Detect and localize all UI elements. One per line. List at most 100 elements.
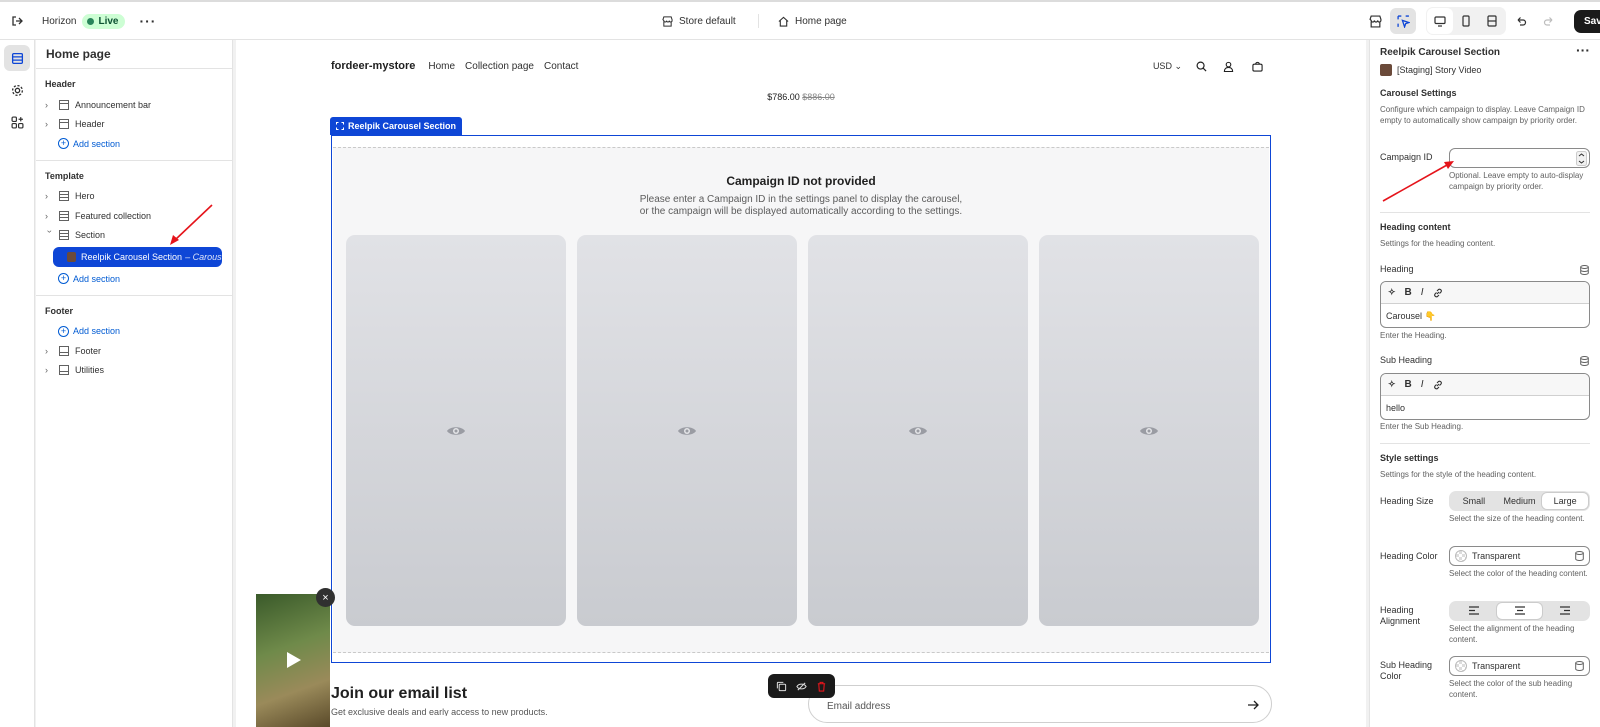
chevron-right-icon[interactable]: › (45, 191, 55, 201)
add-section-button[interactable]: + Add section (36, 269, 232, 289)
empty-message-line: or the campaign will be displayed automa… (639, 206, 963, 217)
tree-item-section[interactable]: › Section (36, 226, 232, 246)
sub-heading-editor[interactable]: ✧ B I hello (1380, 373, 1590, 420)
chevron-right-icon[interactable]: › (45, 346, 55, 356)
icon-rail (0, 40, 35, 727)
heading-size-selector[interactable]: Small Medium Large (1449, 491, 1590, 511)
app-source: [Staging] Story Video (1380, 64, 1590, 76)
theme-settings-nav-button[interactable] (4, 77, 30, 103)
settings-more-button[interactable]: ··· (1576, 42, 1590, 58)
selected-section-tag[interactable]: Reelpik Carousel Section (330, 117, 463, 135)
link-icon[interactable] (1433, 288, 1443, 298)
sections-nav-button[interactable] (4, 45, 30, 71)
italic-icon[interactable]: I (1421, 379, 1424, 390)
heading-editor[interactable]: ✧ B I Carousel 👇 (1380, 281, 1590, 328)
heading-value[interactable]: Carousel 👇 (1381, 304, 1589, 327)
align-right-option[interactable] (1542, 603, 1588, 619)
bold-icon[interactable]: B (1405, 379, 1412, 390)
tree-item-hero[interactable]: › Hero (36, 187, 232, 207)
desktop-view-button[interactable] (1427, 8, 1453, 34)
tree-item-header[interactable]: › Header (36, 115, 232, 135)
store-icon (1368, 14, 1382, 28)
heading-alignment-selector[interactable] (1449, 601, 1590, 621)
size-option-medium[interactable]: Medium (1497, 493, 1543, 509)
magic-icon[interactable]: ✧ (1388, 287, 1396, 298)
link-icon[interactable] (1433, 380, 1443, 390)
sections-panel: Home page Header › Announcement bar › He… (36, 40, 233, 727)
sub-heading-color-picker[interactable]: Transparent (1449, 656, 1590, 676)
cart-icon[interactable] (1252, 61, 1263, 72)
dynamic-source-icon[interactable] (1575, 661, 1584, 671)
store-icon (662, 15, 673, 27)
inspector-button[interactable] (1390, 8, 1416, 34)
align-left-option[interactable] (1451, 603, 1497, 619)
save-button[interactable]: Save (1574, 9, 1600, 33)
chevron-right-icon[interactable]: › (45, 119, 55, 129)
sub-heading-value[interactable]: hello (1381, 396, 1589, 419)
tree-item-featured-collection[interactable]: › Featured collection (36, 206, 232, 226)
email-input[interactable]: Email address (808, 685, 1272, 723)
more-actions-button[interactable]: ··· (139, 13, 156, 29)
account-icon[interactable] (1223, 61, 1234, 72)
italic-icon[interactable]: I (1421, 287, 1424, 298)
magic-icon[interactable]: ✧ (1388, 379, 1396, 390)
fullscreen-view-button[interactable] (1479, 8, 1505, 34)
heading-color-picker[interactable]: Transparent (1449, 546, 1590, 566)
nav-link-contact[interactable]: Contact (544, 61, 578, 72)
eye-icon (1140, 426, 1158, 435)
dynamic-source-icon[interactable] (1580, 265, 1589, 275)
chevron-right-icon[interactable]: › (45, 100, 55, 110)
tree-item-announcement-bar[interactable]: › Announcement bar (36, 95, 232, 115)
store-brand[interactable]: fordeer-mystore (331, 60, 415, 72)
close-video-button[interactable]: × (316, 588, 335, 607)
section-icon (59, 119, 69, 130)
heading-size-label: Heading Size (1380, 496, 1434, 506)
nav-link-home[interactable]: Home (428, 61, 455, 72)
transparent-swatch-icon (1455, 660, 1467, 672)
dynamic-source-icon[interactable] (1575, 551, 1584, 561)
theme-selector[interactable]: Store default (662, 2, 736, 40)
tree-item-label: Utilities (75, 365, 105, 376)
floating-video-widget[interactable] (256, 594, 330, 727)
currency-selector[interactable]: USD ⌄ (1153, 61, 1182, 72)
placeholder-card (1039, 235, 1259, 626)
align-left-icon (1468, 606, 1479, 615)
theme-selector-label: Store default (679, 15, 736, 27)
search-icon[interactable] (1196, 61, 1207, 72)
bold-icon[interactable]: B (1405, 287, 1412, 298)
apps-nav-button[interactable] (4, 109, 30, 135)
page-selector[interactable]: Home page (778, 2, 847, 40)
add-section-button[interactable]: + Add section (36, 134, 232, 154)
redo-button[interactable] (1536, 8, 1562, 34)
section-divider (1380, 212, 1590, 213)
duplicate-icon[interactable] (776, 681, 787, 692)
heading-label: Heading (1380, 264, 1414, 274)
section-icon (59, 210, 69, 221)
stepper-icon[interactable] (1576, 151, 1587, 166)
home-icon (778, 16, 789, 27)
tree-item-reelpik-carousel-section[interactable]: Reelpik Carousel Section – Carous (53, 247, 222, 267)
arrow-right-icon[interactable] (1247, 699, 1259, 711)
app-embed-button[interactable] (1362, 8, 1388, 34)
tree-item-footer[interactable]: › Footer (36, 341, 232, 361)
undo-button[interactable] (1508, 8, 1534, 34)
hide-icon[interactable] (796, 681, 807, 692)
chevron-right-icon[interactable]: › (45, 365, 55, 375)
plus-circle-icon: + (58, 325, 69, 337)
align-center-option[interactable] (1496, 603, 1543, 619)
exit-button[interactable] (10, 2, 24, 40)
size-option-small[interactable]: Small (1451, 493, 1497, 509)
chevron-right-icon[interactable]: › (45, 211, 55, 221)
mobile-view-button[interactable] (1453, 8, 1479, 34)
add-section-button[interactable]: + Add section (36, 322, 232, 342)
chevron-down-icon[interactable]: › (45, 230, 55, 240)
campaign-id-input[interactable] (1449, 148, 1590, 168)
play-icon[interactable] (286, 651, 302, 669)
reelpik-carousel-section[interactable]: Campaign ID not provided Please enter a … (331, 135, 1271, 663)
delete-icon[interactable] (816, 681, 827, 692)
size-option-large[interactable]: Large (1542, 493, 1589, 509)
nav-link-collection[interactable]: Collection page (465, 61, 534, 72)
tree-item-utilities[interactable]: › Utilities (36, 361, 232, 381)
dynamic-source-icon[interactable] (1580, 356, 1589, 366)
selection-corners-icon (336, 122, 344, 130)
